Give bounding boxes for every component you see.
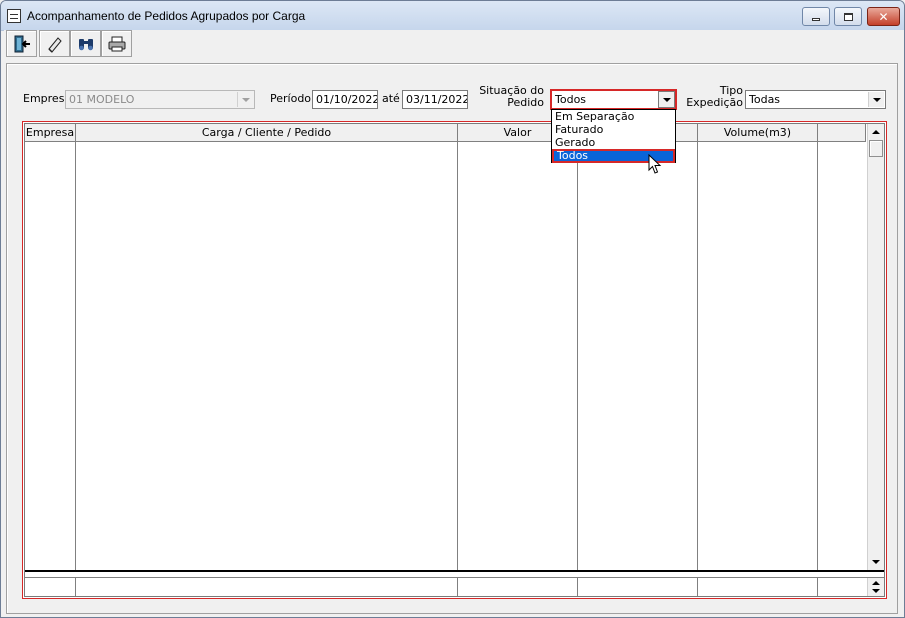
periodo-to-field[interactable]: 03/11/2022: [402, 90, 468, 109]
printer-icon: [108, 36, 125, 51]
maximize-icon: [843, 12, 853, 21]
clear-button[interactable]: [39, 30, 70, 57]
col-header-carga[interactable]: Carga / Cliente / Pedido: [76, 124, 458, 142]
minimize-button[interactable]: [802, 7, 830, 26]
arrow-down-icon: [872, 560, 880, 564]
window-title: Acompanhamento de Pedidos Agrupados por …: [27, 9, 306, 23]
empresa-combo: 01 MODELO: [65, 90, 255, 109]
exit-door-icon: [14, 35, 30, 52]
spin-up-icon[interactable]: [872, 581, 880, 585]
footer-divider: [457, 578, 458, 596]
tipo-expedicao-combo[interactable]: Todas: [745, 90, 886, 109]
scroll-down-button[interactable]: [868, 554, 884, 570]
col-divider: [697, 142, 698, 570]
binoculars-icon: [78, 38, 93, 50]
mouse-cursor-icon: [648, 154, 662, 174]
footer-divider: [577, 578, 578, 596]
tipo-dropdown-arrow[interactable]: [868, 92, 884, 107]
col-divider: [577, 142, 578, 570]
grid-footer-separator: [25, 570, 884, 572]
col-header-volume[interactable]: Volume(m3): [698, 124, 818, 142]
footer-spinner[interactable]: [867, 578, 884, 596]
minimize-icon: [812, 18, 820, 21]
scroll-up-button[interactable]: [868, 124, 884, 140]
close-button[interactable]: ✕: [867, 7, 900, 26]
grid-body[interactable]: Empresa Carga / Cliente / Pedido Valor V…: [24, 123, 885, 597]
search-button[interactable]: [70, 30, 101, 57]
col-divider: [817, 142, 818, 570]
tipo-expedicao-label: Tipo Expedição: [681, 85, 743, 109]
periodo-label: Período: [270, 92, 312, 105]
tipo-label-line2: Expedição: [686, 96, 743, 109]
chevron-down-icon: [662, 97, 671, 102]
col-divider: [457, 142, 458, 570]
option-gerado[interactable]: Gerado: [552, 136, 675, 149]
footer-divider: [817, 578, 818, 596]
option-em-separacao[interactable]: Em Separação: [552, 110, 675, 123]
empresa-label: Empresa: [23, 92, 72, 105]
situacao-dropdown-arrow[interactable]: [658, 91, 675, 108]
periodo-from-field[interactable]: 01/10/2022: [312, 90, 378, 109]
ate-label: até: [382, 92, 400, 105]
chevron-down-icon: [872, 97, 881, 102]
arrow-up-icon: [872, 130, 880, 134]
main-window: Acompanhamento de Pedidos Agrupados por …: [0, 0, 905, 618]
col-header-empresa[interactable]: Empresa: [25, 124, 76, 142]
footer-divider: [697, 578, 698, 596]
footer-top-line: [25, 577, 884, 578]
empresa-value: 01 MODELO: [69, 93, 135, 106]
situacao-combo[interactable]: Todos: [550, 89, 677, 110]
footer-divider: [75, 578, 76, 596]
results-grid: Empresa Carga / Cliente / Pedido Valor V…: [22, 121, 887, 599]
spin-down-icon[interactable]: [872, 589, 880, 593]
exit-button[interactable]: [6, 30, 37, 57]
eraser-icon: [47, 36, 62, 53]
print-button[interactable]: [101, 30, 132, 57]
situacao-value: Todos: [555, 93, 587, 106]
grid-vertical-scrollbar[interactable]: [867, 124, 884, 570]
col-divider: [75, 142, 76, 570]
title-bar[interactable]: Acompanhamento de Pedidos Agrupados por …: [1, 1, 904, 31]
empresa-dropdown-arrow: [237, 92, 253, 107]
maximize-button[interactable]: [834, 7, 862, 26]
scroll-thumb[interactable]: [869, 140, 883, 157]
option-faturado[interactable]: Faturado: [552, 123, 675, 136]
chevron-down-icon: [241, 97, 250, 102]
form-icon: [7, 9, 21, 23]
close-icon: ✕: [878, 9, 889, 24]
situacao-label-line2: Pedido: [507, 96, 544, 109]
col-header-6[interactable]: [818, 124, 866, 142]
tipo-expedicao-value: Todas: [749, 93, 781, 106]
toolbar: [4, 30, 904, 59]
situacao-label: Situação do Pedido: [471, 85, 544, 109]
